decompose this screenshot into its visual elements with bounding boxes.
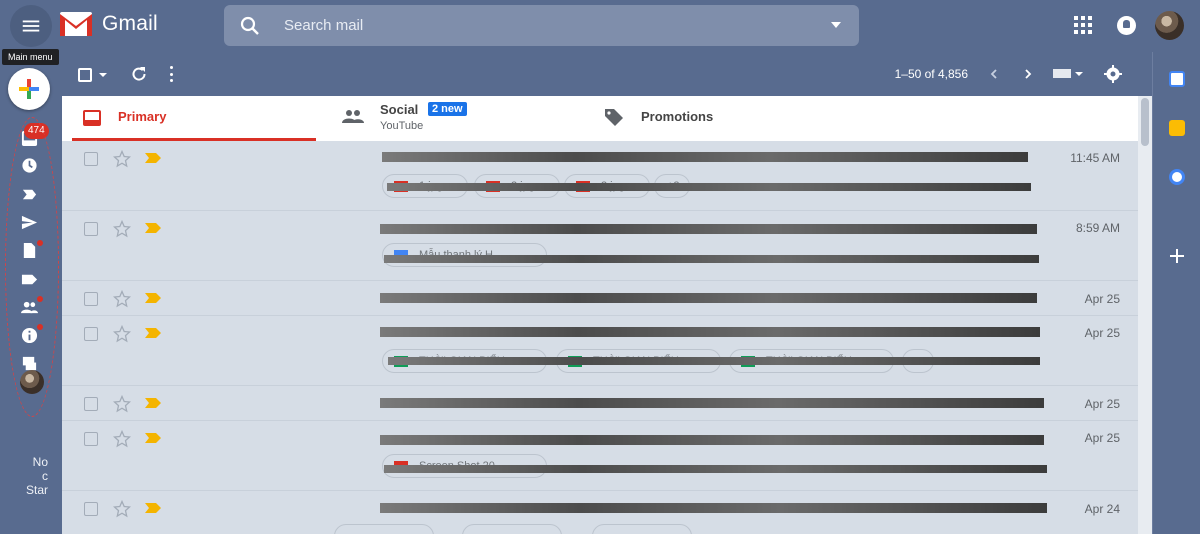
email-row[interactable]: 8:59 AM Mẫu thanh lý H... <box>62 211 1138 281</box>
row-checkbox[interactable] <box>84 397 98 411</box>
attachment-chip[interactable] <box>334 524 434 534</box>
redacted-attachments <box>387 183 1031 191</box>
row-checkbox[interactable] <box>84 432 98 446</box>
notifications-icon[interactable] <box>1117 16 1136 35</box>
row-checkbox[interactable] <box>84 152 98 166</box>
email-row[interactable]: Apr 25 <box>62 386 1138 421</box>
star-icon[interactable] <box>113 325 131 343</box>
pagination-text: 1–50 of 4,856 <box>894 67 968 81</box>
main-menu-tooltip: Main menu <box>2 49 59 65</box>
tab-primary[interactable]: Primary <box>72 96 316 141</box>
select-all-checkbox[interactable] <box>78 68 92 82</box>
important-marker-icon[interactable] <box>145 293 161 303</box>
redacted-subject <box>380 224 1037 234</box>
search-options-caret-icon[interactable] <box>831 22 841 28</box>
star-icon[interactable] <box>113 500 131 518</box>
mail-toolbar: 1–50 of 4,856 <box>62 52 1138 96</box>
important-marker-icon[interactable] <box>145 398 161 408</box>
gear-icon[interactable] <box>1104 65 1122 83</box>
search-bar[interactable] <box>224 5 859 46</box>
star-icon[interactable] <box>113 395 131 413</box>
email-time: Apr 25 <box>1084 431 1120 445</box>
email-row[interactable]: Apr 24 <box>62 491 1138 534</box>
tab-social[interactable]: Social 2 new YouTube <box>342 96 582 141</box>
chevron-right-icon[interactable] <box>1022 68 1034 80</box>
star-icon[interactable] <box>113 290 131 308</box>
email-time: 11:45 AM <box>1070 151 1120 165</box>
select-dropdown-caret-icon[interactable] <box>99 73 107 77</box>
hangouts-empty-note: No c Star <box>25 455 48 497</box>
plus-icon <box>19 79 39 99</box>
hamburger-icon <box>22 20 40 32</box>
redacted-attachments <box>384 465 1047 473</box>
people-icon <box>342 110 364 123</box>
search-input[interactable] <box>284 17 804 34</box>
scrollbar[interactable] <box>1138 96 1152 534</box>
redacted-subject <box>380 327 1040 337</box>
attachment-chip[interactable] <box>592 524 692 534</box>
keep-icon[interactable] <box>1169 120 1185 136</box>
social-new-badge: 2 new <box>428 102 467 116</box>
chevron-left-icon[interactable] <box>988 68 1000 80</box>
email-row[interactable]: 11:45 AM 1.jpg 2.jpg 3.jpg +2 <box>62 141 1138 211</box>
redacted-subject <box>380 293 1037 303</box>
redacted-subject <box>380 503 1047 513</box>
search-icon[interactable] <box>238 14 262 38</box>
main-menu-button[interactable] <box>10 5 52 47</box>
tasks-icon[interactable] <box>1169 169 1185 185</box>
important-marker-icon[interactable] <box>145 433 161 443</box>
tab-social-subtitle: YouTube <box>380 120 424 132</box>
redacted-attachments <box>388 357 1040 365</box>
email-row[interactable]: Apr 25 Screen Shot 20... <box>62 421 1138 491</box>
gmail-logo[interactable]: Gmail <box>60 12 158 36</box>
tag-icon <box>605 109 623 126</box>
annotation-circle <box>5 117 59 417</box>
category-tabs: Primary Social 2 new YouTube Promotions <box>62 96 1138 141</box>
refresh-icon[interactable] <box>130 65 148 83</box>
important-marker-icon[interactable] <box>145 328 161 338</box>
email-time: Apr 24 <box>1084 502 1120 516</box>
message-list-pane: Primary Social 2 new YouTube Promotions … <box>62 96 1138 534</box>
email-time: Apr 25 <box>1084 292 1120 306</box>
row-checkbox[interactable] <box>84 327 98 341</box>
tab-promotions[interactable]: Promotions <box>604 96 844 141</box>
compose-button[interactable] <box>8 68 50 110</box>
email-row[interactable]: Apr 25 <box>62 281 1138 316</box>
important-marker-icon[interactable] <box>145 223 161 233</box>
star-icon[interactable] <box>113 220 131 238</box>
star-icon[interactable] <box>113 430 131 448</box>
row-checkbox[interactable] <box>84 222 98 236</box>
important-marker-icon[interactable] <box>145 153 161 163</box>
calendar-icon[interactable] <box>1169 71 1185 87</box>
inbox-icon <box>83 110 101 126</box>
top-bar: Gmail <box>0 0 1200 52</box>
tab-primary-label: Primary <box>118 109 167 124</box>
side-panel <box>1152 52 1200 534</box>
redacted-subject <box>380 398 1044 408</box>
more-vert-icon[interactable] <box>170 66 174 82</box>
apps-grid-icon[interactable] <box>1074 16 1092 34</box>
email-time: Apr 25 <box>1084 326 1120 340</box>
input-tools-icon[interactable] <box>1053 69 1071 78</box>
email-time: 8:59 AM <box>1075 221 1120 235</box>
scrollbar-thumb[interactable] <box>1141 98 1149 146</box>
input-tools-caret-icon[interactable] <box>1075 72 1083 76</box>
add-addon-plus-icon[interactable] <box>1169 248 1185 264</box>
redacted-subject <box>382 152 1028 162</box>
row-checkbox[interactable] <box>84 502 98 516</box>
tab-social-label: Social <box>380 102 419 117</box>
app-name: Gmail <box>102 12 158 35</box>
row-checkbox[interactable] <box>84 292 98 306</box>
redacted-attachments <box>384 255 1039 263</box>
email-row[interactable]: Apr 25 THỜI GIAN BIỂU... THỜI GIAN BIỂU.… <box>62 316 1138 386</box>
attachment-chip[interactable] <box>462 524 562 534</box>
email-time: Apr 25 <box>1084 397 1120 411</box>
tab-promotions-label: Promotions <box>641 109 714 124</box>
account-avatar[interactable] <box>1155 11 1184 40</box>
important-marker-icon[interactable] <box>145 503 161 513</box>
gmail-m-icon <box>60 12 92 36</box>
star-icon[interactable] <box>113 150 131 168</box>
redacted-subject <box>380 435 1044 445</box>
